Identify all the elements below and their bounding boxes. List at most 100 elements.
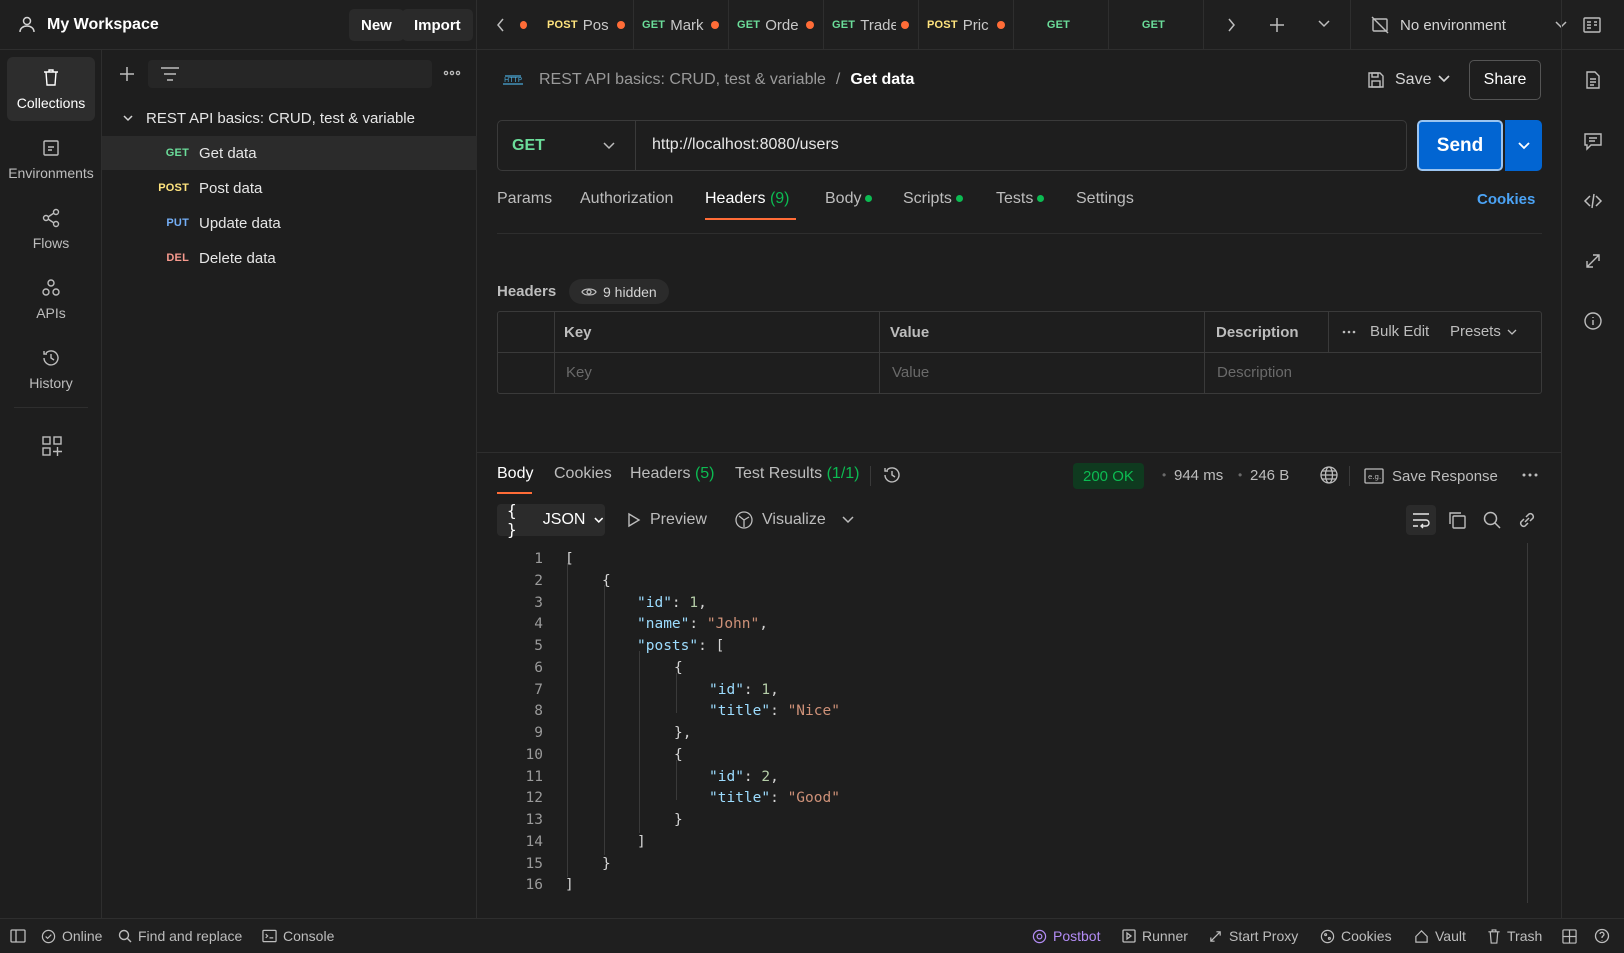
tab-params[interactable]: Params: [497, 190, 552, 208]
request-tab[interactable]: GET: [1014, 0, 1109, 50]
tab-body[interactable]: Body: [825, 190, 873, 208]
hidden-headers-toggle[interactable]: 9 hidden: [569, 279, 669, 304]
request-item-delete-data[interactable]: DEL Delete data: [102, 241, 477, 275]
rail-flows[interactable]: Flows: [7, 197, 95, 261]
environment-selector[interactable]: No environment: [1370, 0, 1568, 50]
new-tab-plus-icon[interactable]: [1268, 16, 1286, 34]
response-size[interactable]: 246 B: [1250, 467, 1289, 484]
response-tab-tests[interactable]: Test Results (1/1): [735, 465, 860, 483]
method-value: GET: [512, 136, 545, 154]
method-badge: PUT: [166, 217, 189, 229]
vault-button[interactable]: Vault: [1414, 919, 1466, 953]
response-tab-cookies[interactable]: Cookies: [554, 465, 612, 483]
tabs-scroll-left-icon[interactable]: [495, 16, 507, 34]
request-item-update-data[interactable]: PUT Update data: [102, 206, 477, 240]
add-workbench-icon[interactable]: [41, 435, 63, 457]
globe-network-icon[interactable]: [1319, 465, 1339, 485]
request-title[interactable]: Get data: [850, 71, 914, 89]
console-button[interactable]: Console: [262, 919, 334, 953]
save-icon: [1368, 72, 1384, 88]
bulk-edit-button[interactable]: Bulk Edit: [1370, 323, 1429, 340]
online-status[interactable]: Online: [41, 919, 102, 953]
rail-apis[interactable]: APIs: [7, 267, 95, 331]
search-icon[interactable]: [1482, 510, 1502, 530]
import-button[interactable]: Import: [402, 9, 473, 41]
collection-folder[interactable]: REST API basics: CRUD, test & variable: [102, 101, 477, 135]
request-tab[interactable]: POST Pric: [919, 0, 1014, 50]
new-button[interactable]: New: [349, 9, 404, 41]
request-item-get-data[interactable]: GET Get data: [102, 136, 477, 170]
status-badge[interactable]: 200 OK: [1073, 463, 1144, 489]
related-collections-icon[interactable]: [1583, 251, 1603, 271]
copy-icon[interactable]: [1447, 510, 1467, 530]
search-collections-input[interactable]: [148, 60, 432, 88]
tab-tests[interactable]: Tests: [996, 190, 1045, 208]
code-snippet-icon[interactable]: [1583, 191, 1603, 211]
environment-quick-look-icon[interactable]: [1582, 15, 1602, 35]
key-input[interactable]: Key: [566, 364, 592, 381]
postbot-button[interactable]: Postbot: [1032, 919, 1100, 953]
filter-icon[interactable]: [160, 67, 180, 81]
response-body-editor[interactable]: 1 2 3 4 5 6 7 8 9 10 11 12 13 14 15 16 [{"id": 1, "name"…: [477, 543, 1561, 913]
help-icon[interactable]: [1594, 919, 1610, 953]
request-item-post-data[interactable]: POST Post data: [102, 171, 477, 205]
save-button[interactable]: Save: [1357, 60, 1441, 100]
value-input[interactable]: Value: [892, 364, 929, 381]
rail-history[interactable]: History: [7, 337, 95, 401]
request-tab[interactable]: GET: [1109, 0, 1204, 50]
request-tab[interactable]: GET Trade: [824, 0, 919, 50]
send-button[interactable]: Send: [1417, 120, 1503, 171]
info-icon[interactable]: [1583, 311, 1603, 331]
cookies-button[interactable]: Cookies: [1320, 919, 1392, 953]
runner-button[interactable]: Runner: [1122, 919, 1188, 953]
find-and-replace-button[interactable]: Find and replace: [118, 919, 242, 953]
send-options-chevron-down-icon[interactable]: [1505, 120, 1542, 171]
url-input[interactable]: http://localhost:8080/users: [652, 136, 839, 154]
tab-authorization[interactable]: Authorization: [580, 190, 673, 208]
tab-scripts[interactable]: Scripts: [903, 190, 963, 208]
breadcrumb-collection[interactable]: REST API basics: CRUD, test & variable: [539, 71, 826, 89]
response-history-icon[interactable]: [882, 465, 902, 485]
share-button[interactable]: Share: [1469, 60, 1541, 100]
description-input[interactable]: Description: [1217, 364, 1292, 381]
user-icon: [18, 15, 36, 33]
toggle-sidebar-icon[interactable]: [10, 919, 26, 953]
more-options-icon[interactable]: [442, 63, 462, 83]
link-icon[interactable]: [1517, 510, 1537, 530]
table-more-icon[interactable]: [1341, 324, 1357, 340]
trash-button[interactable]: Trash: [1487, 919, 1542, 953]
response-time[interactable]: 944 ms: [1174, 467, 1223, 484]
headers-table: Key Value Description Bulk Edit Presets …: [497, 311, 1542, 394]
rail-environments[interactable]: Environments: [7, 127, 95, 191]
format-select[interactable]: { } JSON: [497, 501, 605, 539]
request-tab[interactable]: POST Pos: [539, 0, 634, 50]
code-line: {: [674, 659, 683, 676]
cookies-link[interactable]: Cookies: [1477, 191, 1535, 208]
tab-headers[interactable]: Headers (9): [705, 190, 790, 208]
two-pane-icon[interactable]: [1562, 919, 1577, 953]
tabs-menu-chevron-down-icon[interactable]: [1317, 17, 1331, 31]
comments-icon[interactable]: [1583, 131, 1603, 151]
tab-settings[interactable]: Settings: [1076, 190, 1134, 208]
add-collection-plus-icon[interactable]: [118, 65, 136, 83]
request-tab[interactable]: GET Mark: [634, 0, 729, 50]
editor-scrollbar[interactable]: [1527, 543, 1528, 903]
wrap-lines-icon[interactable]: [1406, 505, 1436, 535]
request-tab[interactable]: GET Orde: [729, 0, 824, 50]
response-tab-body[interactable]: Body: [497, 465, 533, 483]
visualize-button[interactable]: Visualize: [734, 504, 826, 536]
start-proxy-button[interactable]: Start Proxy: [1208, 919, 1298, 953]
tabs-scroll-right-icon[interactable]: [1225, 16, 1237, 34]
preview-button[interactable]: Preview: [627, 504, 707, 536]
response-more-icon[interactable]: [1521, 467, 1539, 483]
method-select[interactable]: GET: [498, 121, 636, 170]
documentation-icon[interactable]: [1583, 70, 1603, 90]
save-options-chevron-down-icon[interactable]: [1437, 72, 1451, 86]
response-tab-headers[interactable]: Headers (5): [630, 465, 715, 483]
workspace-name[interactable]: My Workspace: [47, 16, 159, 34]
rail-collections[interactable]: Collections: [7, 57, 95, 121]
visualize-chevron-down-icon[interactable]: [841, 514, 855, 526]
collections-sidebar: REST API basics: CRUD, test & variable G…: [102, 50, 477, 918]
save-response-button[interactable]: e.g. Save Response: [1364, 462, 1498, 490]
presets-dropdown[interactable]: Presets: [1450, 323, 1517, 340]
